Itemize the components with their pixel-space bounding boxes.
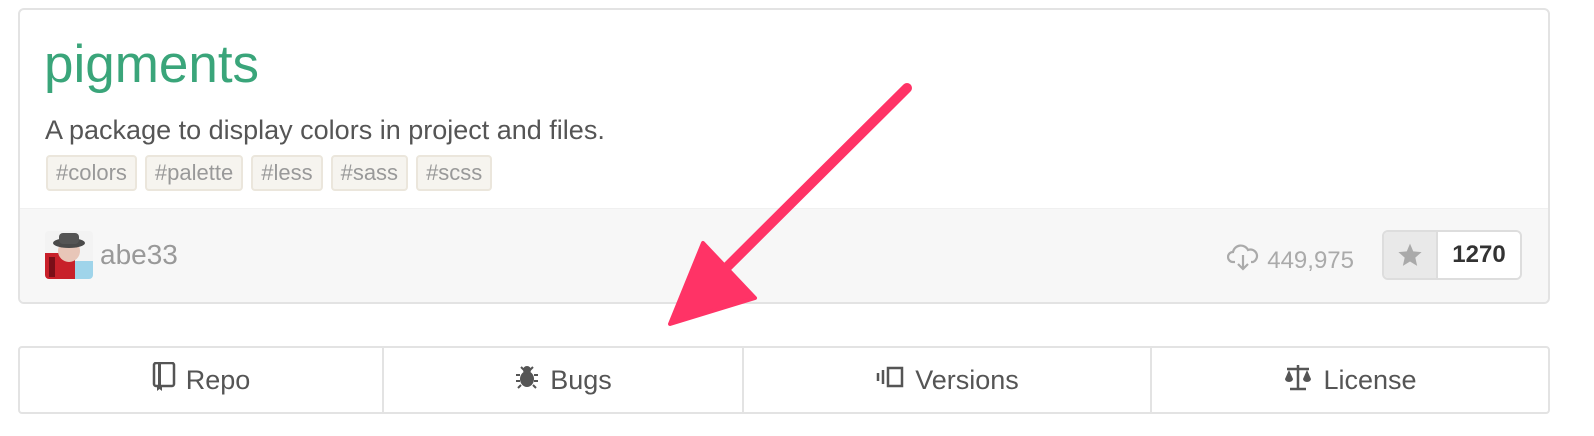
download-count-value: 449,975 [1267, 246, 1354, 274]
package-links: Repo Bugs Versions License [18, 346, 1550, 414]
tag-colors[interactable]: #colors [46, 155, 137, 191]
license-link[interactable]: License [1152, 348, 1548, 412]
package-card-body: pigments A package to display colors in … [20, 10, 1548, 208]
bugs-link[interactable]: Bugs [384, 348, 744, 412]
cloud-download-icon [1227, 243, 1259, 278]
package-name-link[interactable]: pigments [44, 38, 259, 91]
package-description: A package to display colors in project a… [45, 115, 605, 145]
repo-link[interactable]: Repo [20, 348, 384, 412]
star-button[interactable]: 1270 [1382, 230, 1522, 280]
versions-icon [875, 365, 905, 396]
tag-less[interactable]: #less [251, 155, 323, 191]
star-count[interactable]: 1270 [1438, 232, 1520, 278]
author-name[interactable]: abe33 [100, 239, 178, 271]
tag-list: #colors #palette #less #sass #scss [46, 155, 493, 191]
versions-label: Versions [915, 364, 1019, 395]
bug-icon [514, 364, 540, 397]
tag-scss[interactable]: #scss [416, 155, 493, 191]
avatar[interactable] [45, 231, 93, 279]
law-icon [1283, 363, 1313, 398]
download-count: 449,975 [1227, 243, 1354, 278]
repo-label: Repo [185, 364, 251, 395]
versions-link[interactable]: Versions [744, 348, 1152, 412]
bugs-label: Bugs [550, 364, 612, 395]
package-card-footer: abe33 449,975 1270 [20, 208, 1548, 302]
license-label: License [1323, 364, 1417, 395]
tag-sass[interactable]: #sass [330, 155, 409, 191]
package-card: pigments A package to display colors in … [18, 8, 1550, 304]
repo-icon [152, 361, 176, 399]
star-icon[interactable] [1384, 232, 1438, 278]
tag-palette[interactable]: #palette [144, 155, 244, 191]
